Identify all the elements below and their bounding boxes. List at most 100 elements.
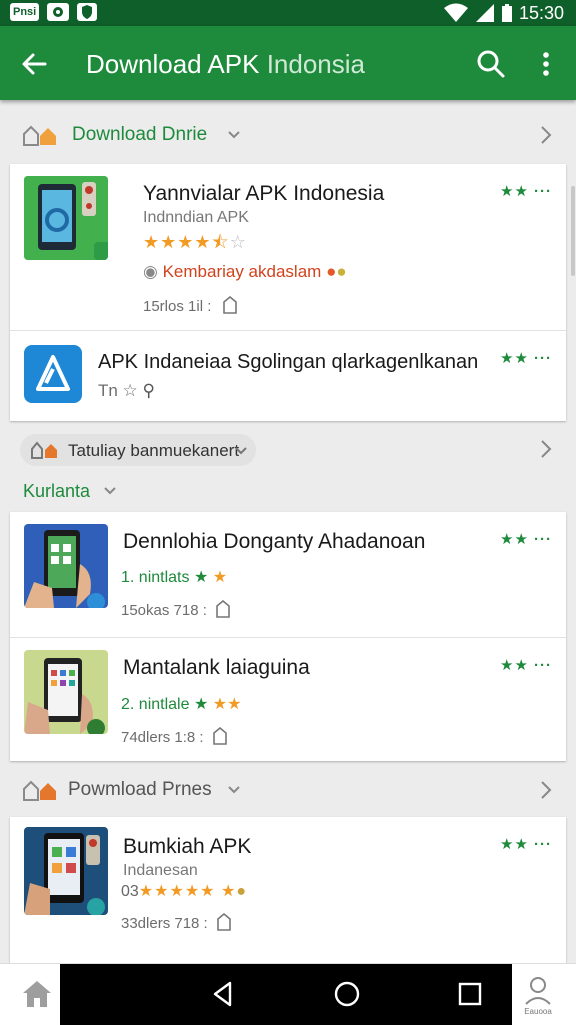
rank-text: 2. nintlale bbox=[121, 696, 190, 713]
clock: 15:30 bbox=[518, 3, 564, 23]
category-chip[interactable]: Tatuliay banmuekanert bbox=[20, 434, 256, 466]
app-title: Dennlohia Donganty Ahadanoan bbox=[123, 530, 426, 553]
section-title: Download Dnrie bbox=[72, 124, 208, 145]
subsection-text: Kurlanta bbox=[23, 481, 91, 501]
app-subtitle: Indanesan bbox=[123, 862, 198, 879]
section-header-popular[interactable]: Powmload Prnes bbox=[0, 767, 576, 813]
list-item[interactable]: Dennlohia Donganty Ahadanoan 1. nintlats… bbox=[10, 512, 566, 637]
promo-icon: ◉ bbox=[143, 262, 158, 281]
mini-rating: ★★ ··· bbox=[500, 531, 553, 548]
system-recents-icon[interactable] bbox=[458, 982, 482, 1006]
rating-stars: ★★★★★ ★ bbox=[138, 883, 237, 900]
rank-line: 2. nintlale ★ ★★ bbox=[121, 694, 241, 714]
app-title: APK Indaneiaa Sgolingan qlarkagenlkanan bbox=[98, 351, 479, 373]
list-item[interactable]: Mantalank laiaguina 2. nintlale ★ ★★ 74d… bbox=[10, 637, 566, 762]
download-count: 74dlers 1:8 : bbox=[121, 729, 204, 746]
chevron-right-icon[interactable] bbox=[537, 779, 555, 801]
star-icon: ★ bbox=[227, 696, 242, 713]
download-count: 15okas 718 : bbox=[121, 602, 207, 619]
wifi-icon bbox=[443, 3, 468, 22]
chevron-down-icon bbox=[228, 786, 240, 794]
emoji-icon: ● bbox=[236, 883, 246, 900]
title-main: Download APK bbox=[86, 49, 260, 79]
rating-line: 03★★★★★ ★● bbox=[121, 881, 246, 901]
chevron-down-icon bbox=[104, 487, 116, 495]
chevron-right-icon[interactable] bbox=[537, 124, 555, 146]
notification-icon: Pnsi bbox=[10, 3, 40, 21]
mini-rating: ★★ ··· bbox=[500, 836, 553, 853]
chevron-down-icon bbox=[228, 131, 240, 139]
app-icon bbox=[24, 345, 82, 403]
section-title: Powmload Prnes bbox=[68, 779, 212, 800]
size-icon bbox=[212, 726, 227, 745]
app-title: Bumkiah APK bbox=[123, 835, 252, 858]
shield-notification-icon bbox=[77, 3, 98, 21]
system-back-icon[interactable] bbox=[210, 980, 236, 1008]
overflow-menu-icon[interactable] bbox=[536, 48, 556, 80]
list-item[interactable]: APK Indaneiaa Sgolingan qlarkagenlkanan … bbox=[10, 330, 566, 422]
app-icon bbox=[24, 650, 108, 734]
chevron-right-icon[interactable] bbox=[537, 438, 555, 460]
app-meta: 33dlers 718 : bbox=[121, 912, 232, 934]
size-icon bbox=[217, 912, 231, 931]
app-meta: 74dlers 1:8 : bbox=[121, 726, 228, 748]
star-icon: ★ bbox=[212, 696, 228, 713]
system-navigation-bar bbox=[60, 964, 512, 1025]
emoji-icon: ● bbox=[336, 262, 347, 281]
star-icon: ★ bbox=[212, 569, 228, 586]
app-meta: 15okas 718 : bbox=[121, 599, 231, 621]
home-category-icon bbox=[23, 780, 56, 801]
scrollbar[interactable] bbox=[571, 186, 575, 276]
promo-text: Kembariay akdaslam bbox=[162, 262, 322, 281]
search-icon[interactable] bbox=[475, 48, 507, 80]
star-icon: ★ bbox=[193, 696, 209, 713]
mini-rating: ★★ ··· bbox=[500, 350, 553, 367]
app-meta: 15rlos 1il : bbox=[143, 295, 238, 317]
photo-notification-icon bbox=[47, 3, 70, 21]
list-item[interactable]: Bumkiah APK Indanesan 03★★★★★ ★● 33dlers… bbox=[10, 817, 566, 947]
app-meta: Tn ☆ ⚲ bbox=[98, 381, 155, 401]
mini-rating: ★★ ··· bbox=[500, 183, 553, 200]
download-count: Tn ☆ bbox=[98, 381, 138, 400]
bottom-navigation: Eauooa bbox=[0, 963, 576, 1025]
rank-text: 03 bbox=[121, 883, 139, 900]
account-tab-label: Eauooa bbox=[524, 1007, 552, 1016]
star-icon: ★ bbox=[193, 569, 209, 586]
system-home-icon[interactable] bbox=[333, 980, 361, 1008]
download-count: 33dlers 718 : bbox=[121, 915, 208, 932]
home-category-icon bbox=[31, 441, 57, 459]
account-icon bbox=[525, 977, 551, 1005]
status-bar: Pnsi 15:30 bbox=[0, 0, 576, 26]
app-subtitle: Indnndian APK bbox=[143, 209, 249, 226]
app-card-2: Dennlohia Donganty Ahadanoan 1. nintlats… bbox=[10, 512, 566, 761]
section-header-download[interactable]: Download Dnrie bbox=[0, 112, 576, 158]
rank-line: 1. nintlats ★ ★ bbox=[121, 567, 227, 587]
emoji-icon: ● bbox=[326, 262, 337, 281]
size-icon bbox=[222, 295, 237, 314]
rating-stars: ★★★★⯪☆ bbox=[143, 232, 247, 252]
account-tab[interactable]: Eauooa bbox=[518, 976, 558, 1020]
mini-rating: ★★ ··· bbox=[500, 657, 553, 674]
list-item[interactable]: Yannvialar APK Indonesia Indnndian APK ★… bbox=[10, 164, 566, 330]
home-category-icon bbox=[23, 125, 56, 146]
subsection-label[interactable]: Kurlanta bbox=[23, 481, 117, 502]
search-small-icon: ⚲ bbox=[142, 381, 155, 400]
app-title: Mantalank laiaguina bbox=[123, 656, 310, 679]
signal-icon bbox=[475, 4, 494, 22]
page-title: Download APK Indonsia bbox=[86, 48, 365, 80]
home-tab-icon[interactable] bbox=[20, 978, 54, 1010]
back-arrow-icon[interactable] bbox=[18, 48, 50, 80]
app-bar: Download APK Indonsia bbox=[0, 26, 576, 100]
chevron-down-icon bbox=[235, 447, 247, 455]
app-icon bbox=[24, 176, 108, 260]
promo-line: ◉ Kembariay akdaslam ●● bbox=[143, 262, 347, 282]
app-title: Yannvialar APK Indonesia bbox=[143, 182, 385, 205]
app-icon bbox=[24, 524, 108, 608]
battery-icon bbox=[501, 4, 512, 22]
app-card-3: Bumkiah APK Indanesan 03★★★★★ ★● 33dlers… bbox=[10, 817, 566, 963]
rank-text: 1. nintlats bbox=[121, 569, 190, 586]
chip-label: Tatuliay banmuekanert bbox=[68, 441, 240, 460]
app-card-1: Yannvialar APK Indonesia Indnndian APK ★… bbox=[10, 164, 566, 421]
app-icon bbox=[24, 827, 108, 915]
title-suffix: Indonsia bbox=[266, 49, 365, 79]
